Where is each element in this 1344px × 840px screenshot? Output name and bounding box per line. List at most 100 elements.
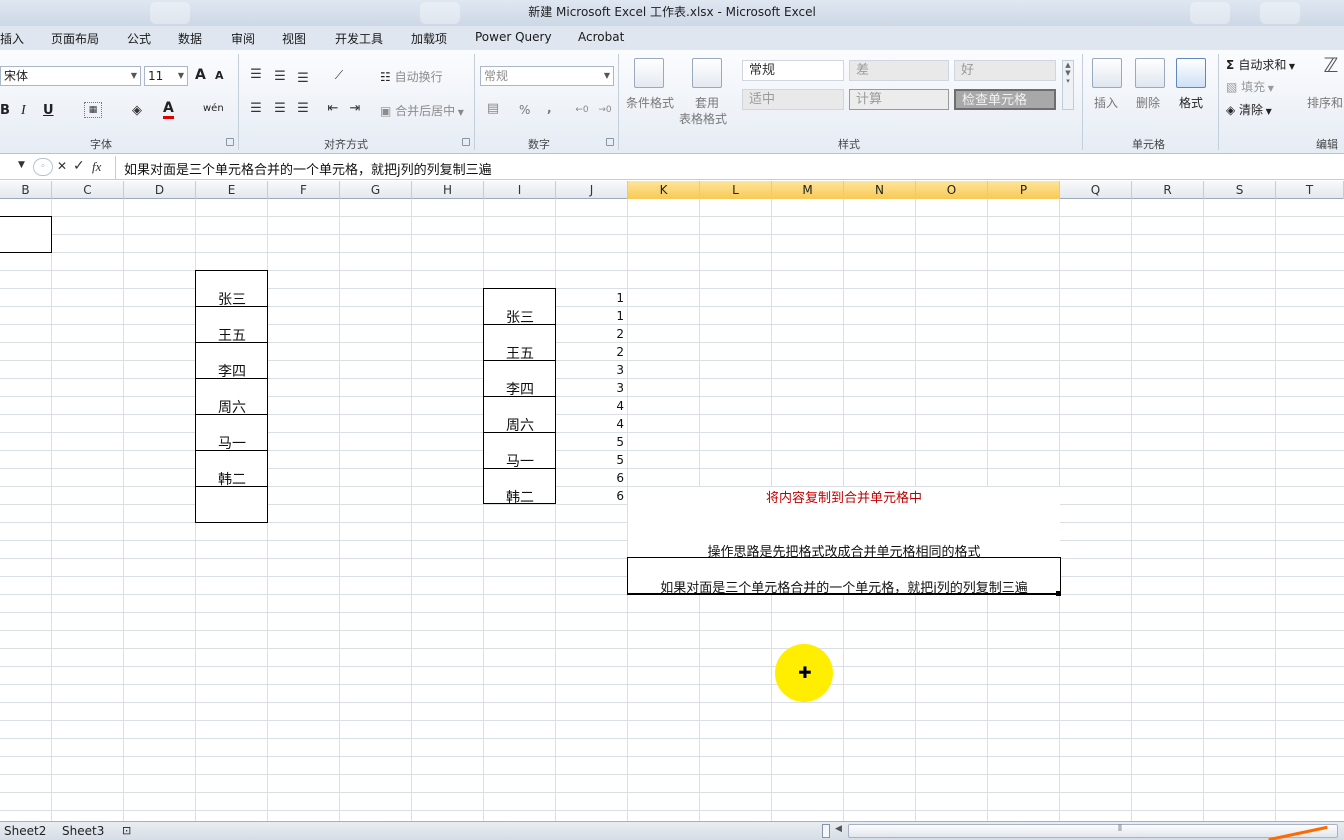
column-header-M[interactable]: M: [772, 181, 844, 199]
number-dialog-launcher[interactable]: [606, 138, 614, 146]
delete-cells-icon[interactable]: [1135, 58, 1165, 88]
align-right-icon[interactable]: ☰: [295, 100, 311, 118]
column-header-G[interactable]: G: [340, 181, 412, 199]
percent-button[interactable]: %: [519, 103, 530, 117]
phonetic-button[interactable]: wén: [203, 103, 224, 114]
wrap-text-button[interactable]: ☷ 自动换行: [380, 68, 443, 85]
insert-sheet-icon[interactable]: ⊡: [118, 823, 135, 840]
column-header-Q[interactable]: Q: [1060, 181, 1132, 199]
style-good[interactable]: 好: [954, 60, 1056, 81]
font-size-select[interactable]: 11 ▼: [144, 66, 188, 86]
font-color-button[interactable]: A: [163, 101, 174, 119]
tab-review[interactable]: 审阅: [231, 30, 255, 47]
merge-center-button[interactable]: ▣ 合并后居中 ▼: [380, 102, 464, 119]
split-handle[interactable]: [822, 824, 830, 838]
currency-icon[interactable]: ▤: [484, 100, 502, 118]
formula-input[interactable]: 如果对面是三个单元格合并的一个单元格，就把j列的列复制三遍: [124, 159, 492, 178]
sheet-tab-sheet3[interactable]: Sheet3: [58, 823, 108, 840]
delete-cells-button[interactable]: 删除: [1136, 94, 1160, 111]
column-header-R[interactable]: R: [1132, 181, 1204, 199]
increase-decimal-icon[interactable]: ←0: [573, 101, 591, 119]
sheet-tab-bar: Sheet2 Sheet3 ⊡ ◀ ⦀: [0, 821, 1344, 840]
cancel-icon[interactable]: ✕: [57, 159, 67, 173]
column-header-K[interactable]: K: [628, 181, 700, 199]
column-header-B[interactable]: B: [0, 181, 52, 199]
tab-data[interactable]: 数据: [178, 30, 202, 47]
worksheet-grid[interactable]: 张三 王五 李四 周六 马一 韩二 张三 王五 李四 周六 马一 韩二 1 1 …: [0, 199, 1344, 821]
horizontal-scrollbar[interactable]: [848, 824, 1338, 838]
tab-view[interactable]: 视图: [282, 30, 306, 47]
align-bottom-icon[interactable]: ☰: [295, 70, 311, 88]
alignment-dialog-launcher[interactable]: [462, 138, 470, 146]
align-center-icon[interactable]: ☰: [272, 100, 288, 118]
column-header-T[interactable]: T: [1276, 181, 1344, 199]
tab-page-layout[interactable]: 页面布局: [51, 30, 99, 47]
align-middle-icon[interactable]: ☰: [272, 68, 288, 86]
expand-icon[interactable]: ◦: [33, 158, 53, 176]
column-header-E[interactable]: E: [196, 181, 268, 199]
column-header-F[interactable]: F: [268, 181, 340, 199]
decrease-decimal-icon[interactable]: →0: [596, 101, 614, 119]
align-top-icon[interactable]: ☰: [248, 66, 264, 84]
fill-color-icon[interactable]: ◈: [128, 102, 146, 120]
column-header-P[interactable]: P: [988, 181, 1060, 199]
grow-font-button[interactable]: A: [195, 67, 206, 83]
clear-button[interactable]: ◈ 清除 ▼: [1226, 101, 1272, 118]
bold-button[interactable]: B: [0, 103, 10, 118]
styles-gallery-scroll[interactable]: ▲ ▼ ▾: [1062, 60, 1074, 110]
align-left-icon[interactable]: ☰: [248, 100, 264, 118]
enter-icon[interactable]: ✓: [73, 158, 85, 174]
sheet-tab-sheet2[interactable]: Sheet2: [0, 823, 50, 840]
tab-developer[interactable]: 开发工具: [335, 30, 383, 47]
column-header-D[interactable]: D: [124, 181, 196, 199]
sort-filter-button[interactable]: 排序和: [1307, 94, 1343, 111]
table-format-button-line1[interactable]: 套用: [695, 94, 719, 111]
fill-handle[interactable]: [1056, 591, 1061, 596]
name-box-dropdown-icon[interactable]: ▼: [18, 160, 25, 170]
number-format-select[interactable]: 常规 ▼: [480, 66, 614, 86]
column-header-O[interactable]: O: [916, 181, 988, 199]
column-header-C[interactable]: C: [52, 181, 124, 199]
decrease-indent-icon[interactable]: ⇤: [325, 100, 341, 118]
conditional-format-icon[interactable]: [634, 58, 664, 88]
font-name-select[interactable]: 宋体 ▼: [0, 66, 141, 86]
cell-B-bordered[interactable]: [0, 216, 52, 253]
conditional-format-button[interactable]: 条件格式: [626, 94, 674, 111]
italic-button[interactable]: I: [21, 103, 26, 119]
insert-cells-icon[interactable]: [1092, 58, 1122, 88]
insert-cells-button[interactable]: 插入: [1094, 94, 1118, 111]
column-header-H[interactable]: H: [412, 181, 484, 199]
sort-filter-icon[interactable]: ℤ: [1318, 55, 1344, 75]
column-header-L[interactable]: L: [700, 181, 772, 199]
scroll-left-icon[interactable]: ◀: [835, 824, 842, 834]
column-header-S[interactable]: S: [1204, 181, 1276, 199]
shrink-font-button[interactable]: A: [215, 69, 224, 82]
underline-button[interactable]: U: [43, 103, 54, 118]
text-orientation-icon[interactable]: ⟋: [328, 66, 350, 84]
tab-power-query[interactable]: Power Query: [475, 30, 552, 44]
fill-button[interactable]: ▧ 填充 ▼: [1226, 78, 1274, 95]
tab-acrobat[interactable]: Acrobat: [578, 30, 624, 44]
merged-cell-e7[interactable]: [195, 486, 268, 523]
tab-addins[interactable]: 加载项: [411, 30, 447, 47]
column-header-N[interactable]: N: [844, 181, 916, 199]
tab-formulas[interactable]: 公式: [127, 30, 151, 47]
column-header-J[interactable]: J: [556, 181, 628, 199]
style-calculation[interactable]: 计算: [849, 89, 949, 110]
style-normal[interactable]: 常规: [742, 60, 844, 81]
format-cells-button[interactable]: 格式: [1179, 94, 1203, 111]
column-header-I[interactable]: I: [484, 181, 556, 199]
increase-indent-icon[interactable]: ⇥: [347, 100, 363, 118]
table-format-button-line2[interactable]: 表格格式: [679, 110, 727, 127]
style-neutral[interactable]: 适中: [742, 89, 844, 110]
table-format-icon[interactable]: [692, 58, 722, 88]
autosum-button[interactable]: Σ 自动求和 ▼: [1226, 56, 1295, 73]
format-cells-icon[interactable]: [1176, 58, 1206, 88]
comma-button[interactable]: ,: [547, 101, 552, 115]
border-icon[interactable]: ▦: [84, 102, 102, 118]
font-dialog-launcher[interactable]: [226, 138, 234, 146]
tab-insert[interactable]: 插入: [0, 30, 24, 47]
style-check-cell[interactable]: 检查单元格: [954, 89, 1056, 110]
style-bad[interactable]: 差: [849, 60, 949, 81]
insert-function-icon[interactable]: fx: [92, 159, 101, 175]
